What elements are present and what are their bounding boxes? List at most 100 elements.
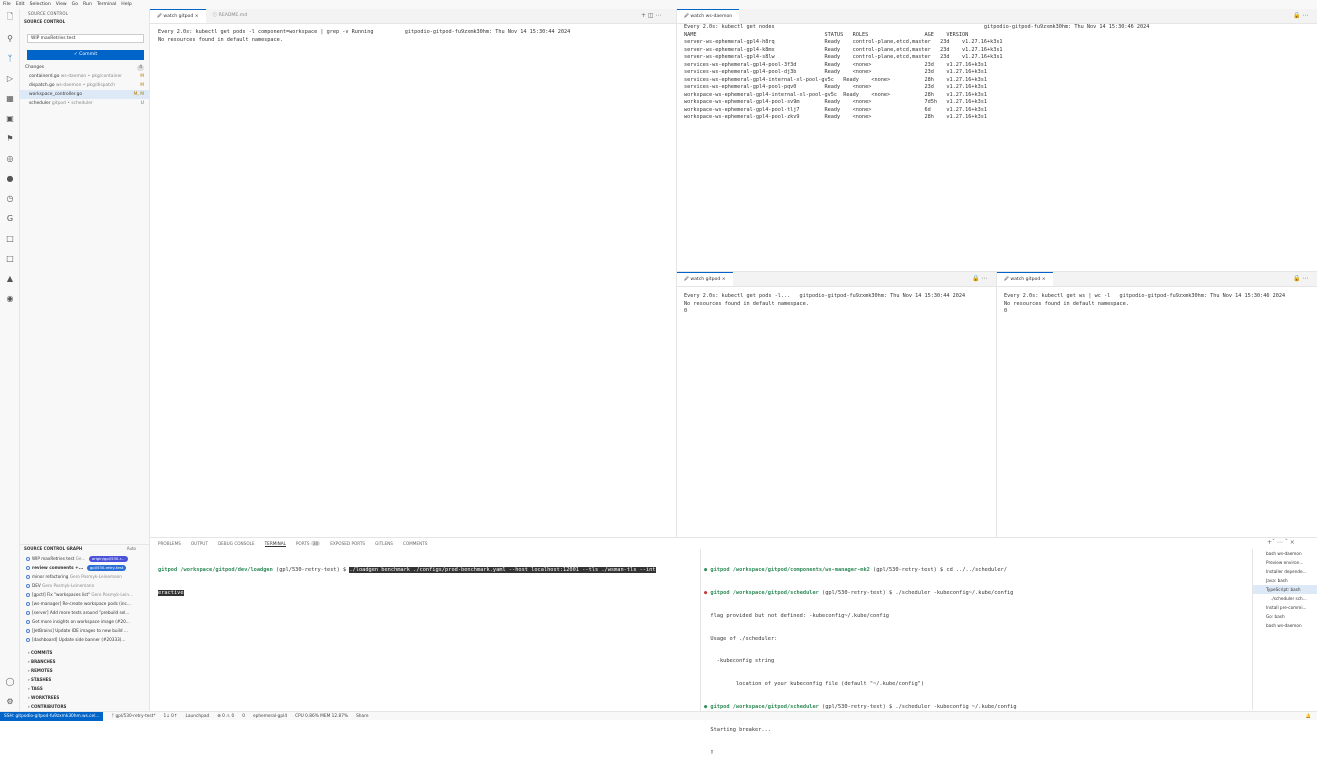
kube-context[interactable]: ephemeral-gpl4 (253, 714, 287, 719)
commit-message: DEV (32, 583, 41, 588)
changes-header[interactable]: Changes 4 (20, 63, 150, 72)
section-remotes[interactable]: › REMOTES (20, 666, 150, 675)
timeline-icon[interactable]: ◷ (5, 193, 15, 203)
tab-ports[interactable]: PORTS 30 (296, 541, 321, 546)
gear-icon[interactable]: ⚙ (5, 696, 15, 706)
sync-indicator[interactable]: 1↓ 0↑ (163, 714, 177, 719)
menu-view[interactable]: View (56, 2, 67, 7)
section-contributors[interactable]: › CONTRIBUTORS (20, 702, 150, 711)
graph-section-header[interactable]: SOURCE CONTROL GRAPH Auto (20, 544, 150, 552)
tab-comments[interactable]: COMMENTS (403, 541, 427, 546)
commit-button[interactable]: ✓ Commit (27, 50, 144, 60)
explorer-icon[interactable]: 🗋 (5, 12, 15, 23)
terminal-list-item[interactable]: Installer depende... (1253, 567, 1317, 576)
terminal-list-item[interactable]: bash ws-daemon (1253, 549, 1317, 558)
source-control-icon[interactable]: ᛉ (5, 53, 15, 63)
section-stashes[interactable]: › STASHES (20, 675, 150, 684)
ports-icon[interactable]: ◉ (5, 293, 15, 303)
change-item[interactable]: dispatch.go ws-daemon • pkg/dispatch M (20, 81, 150, 90)
graph-commit-row[interactable]: WIP maxRetries test Ge... origin/gpl/530… (20, 554, 150, 563)
search-icon[interactable]: ⚲ (5, 33, 15, 43)
terminal-loadgen[interactable]: gitpod /workspace/gitpod/dev/loadgen (gp… (150, 549, 700, 711)
graph-commit-row[interactable]: [server] Add more tests around "prebuild… (20, 608, 150, 617)
terminal-list-item[interactable]: bash ws-daemon (1253, 621, 1317, 630)
docker-icon[interactable]: ▲ (5, 273, 15, 283)
graph-commit-row[interactable]: [JetBrains] Update IDE images to new bui… (20, 626, 150, 635)
tab-terminal[interactable]: TERMINAL (264, 541, 286, 547)
change-item[interactable]: scheduler gitpod • scheduler U (20, 99, 150, 108)
graph-commit-row[interactable]: review comments +... gpl/530-retry-test (20, 563, 150, 572)
ports-indicator[interactable]: 0 (242, 714, 245, 719)
menu-terminal[interactable]: Terminal (97, 2, 116, 7)
menu-selection[interactable]: Selection (30, 2, 51, 7)
terminal-text: Starting breaker... (710, 726, 771, 733)
terminal-list-item[interactable]: ./scheduler sch... (1253, 594, 1317, 603)
terminal-scheduler[interactable]: ● gitpod /workspace/gitpod/components/ws… (701, 549, 1251, 755)
share-button[interactable]: Share (356, 714, 368, 719)
section-tags[interactable]: › TAGS (20, 684, 150, 693)
terminal-list-item[interactable]: Install pre-commi... (1253, 603, 1317, 612)
menu-edit[interactable]: Edit (16, 2, 25, 7)
tab-watch-gitpod-3[interactable]: 🖉 watch gitpod × (997, 272, 1053, 286)
gitlens-icon[interactable]: ◎ (5, 153, 15, 163)
terminal-list-item[interactable]: Java: bash (1253, 576, 1317, 585)
section-branches[interactable]: › BRANCHES (20, 657, 150, 666)
tab-exposed-ports[interactable]: EXPOSED PORTS (330, 541, 365, 546)
terminal-editor-watch-gitpod[interactable]: Every 2.0s: kubectl get pods -l componen… (150, 24, 676, 537)
terminal-editor-ws-daemon[interactable]: Every 2.0s: kubectl get nodes gitpodio-g… (677, 24, 1317, 271)
editor-actions-left[interactable]: + ◫ ⋯ (641, 12, 662, 19)
run-debug-icon[interactable]: ▷ (5, 73, 15, 83)
gitlens-graph-icon[interactable]: □ (5, 253, 15, 263)
change-item[interactable]: workspace_controller.go M, M (20, 90, 150, 99)
graph-commit-row[interactable]: [dashboard] Update side banner (#20333).… (20, 635, 150, 644)
menu-run[interactable]: Run (83, 2, 92, 7)
branch-indicator[interactable]: ᛉ gpl/530-retry-test* (111, 714, 155, 719)
gitpod-icon[interactable]: G (5, 213, 15, 223)
graph-auto-toggle[interactable]: Auto (127, 545, 136, 553)
account-icon[interactable]: ◯ (5, 676, 15, 686)
terminal-line: Every 2.0s: kubectl get pods -l componen… (158, 29, 571, 35)
terminal-list-item[interactable]: Go: bash (1253, 612, 1317, 621)
remote-indicator[interactable]: SSH: gitpodio-gitpod-fu9zxmk30hm.ws.cel.… (0, 711, 104, 721)
lock-icon[interactable]: 🔒 ⋯ (972, 275, 987, 282)
tab-problems[interactable]: PROBLEMS (158, 541, 181, 546)
tab-watch-gitpod[interactable]: 🖉 watch gitpod × (150, 9, 206, 23)
gitlens-inspect-icon[interactable]: □ (5, 233, 15, 243)
notifications-icon[interactable]: 🔔 (1306, 714, 1311, 719)
section-commits[interactable]: › COMMITS (20, 648, 150, 657)
menu-file[interactable]: File (3, 2, 11, 7)
extensions-icon[interactable]: ▦ (5, 93, 15, 103)
tab-watch-gitpod-2[interactable]: 🖉 watch gitpod × (677, 272, 733, 286)
graph-commit-row[interactable]: DEV Gero Posmyk-Leinemann (20, 581, 150, 590)
terminal-line: Starting breaker... (704, 727, 1017, 735)
menu-help[interactable]: Help (121, 2, 131, 7)
problems-indicator[interactable]: ⊗ 0 ⚠ 0 (217, 714, 234, 719)
tab-watch-ws-daemon[interactable]: 🖉 watch ws-daemon (677, 9, 740, 23)
graph-commit-row[interactable]: minor refactoring Gero Posmyk-Leinemann (20, 572, 150, 581)
tab-debug-console[interactable]: DEBUG CONSOLE (218, 541, 255, 546)
graph-commit-row[interactable]: Get more insights on workspace image (#2… (20, 617, 150, 626)
remote-explorer-icon[interactable]: ▣ (5, 113, 15, 123)
section-worktrees[interactable]: › WORKTREES (20, 693, 150, 702)
testing-icon[interactable]: ⚑ (5, 133, 15, 143)
lock-icon[interactable]: 🔒 ⋯ (1293, 12, 1308, 19)
launchpad-button[interactable]: Launchpad (186, 714, 210, 719)
terminal-editor-watch-ws[interactable]: Every 2.0s: kubectl get ws | wc -l gitpo… (997, 287, 1317, 537)
menu-bar: File Edit Selection View Go Run Terminal… (0, 0, 1317, 9)
terminal-list-item[interactable]: TypeScript: bash (1253, 585, 1317, 594)
graph-commit-row[interactable]: [ws-manager] Re-create workspace pods (i… (20, 599, 150, 608)
terminal-editor-watch-gitpod-2[interactable]: Every 2.0s: kubectl get pods -l... gitpo… (677, 287, 996, 537)
change-item[interactable]: containerd.go ws-daemon • pkg/container … (20, 72, 150, 81)
commit-message-input[interactable]: WIP maxRetries test (27, 34, 144, 43)
panel-actions[interactable]: +ˇ ⋯ ˆ × (1267, 539, 1295, 546)
lock-icon[interactable]: 🔒 ⋯ (1293, 275, 1308, 282)
terminal-list-item[interactable]: Preview environ... (1253, 558, 1317, 567)
tab-gitlens[interactable]: GITLENS (375, 541, 393, 546)
menu-go[interactable]: Go (72, 2, 78, 7)
github-icon[interactable]: ● (5, 173, 15, 183)
graph-commit-row[interactable]: [gpctl] Fix "workspaces list" Gero Posmy… (20, 590, 150, 599)
tab-output[interactable]: OUTPUT (191, 541, 208, 546)
change-status: M, M (133, 92, 144, 97)
source-control-section-header[interactable]: SOURCE CONTROL (20, 18, 149, 26)
tab-readme[interactable]: ⓘ README.md (206, 9, 255, 23)
